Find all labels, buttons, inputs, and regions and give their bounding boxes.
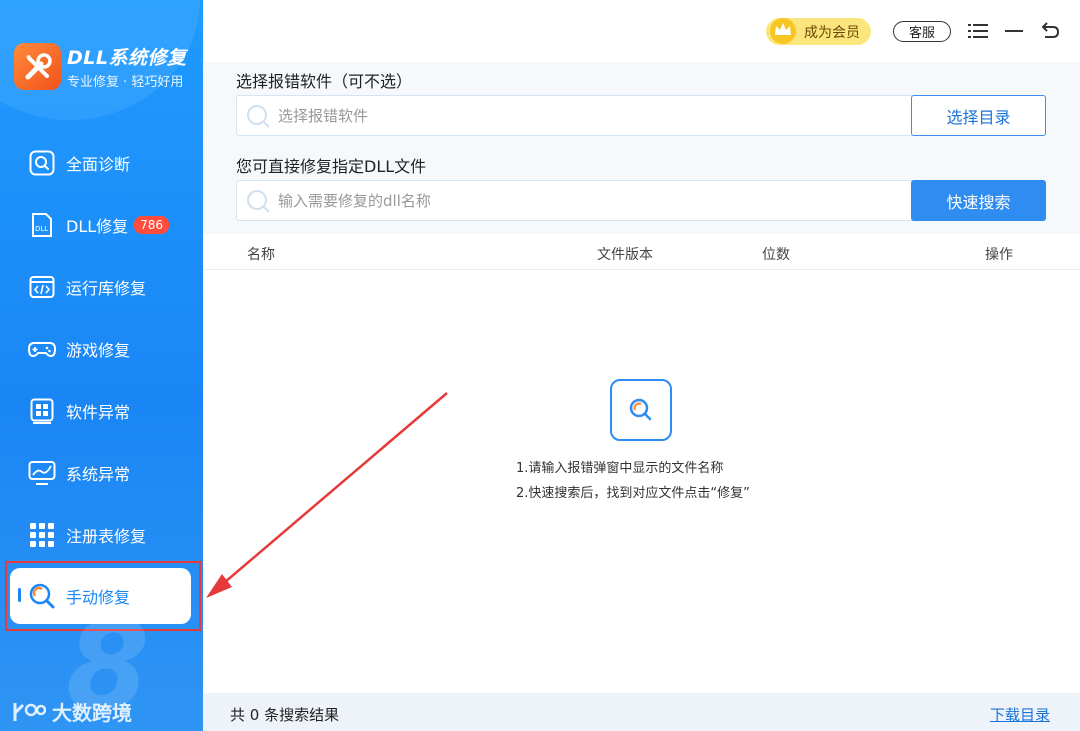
sidebar-item-label: 运行库修复 xyxy=(66,279,147,298)
column-header-bits: 位数 xyxy=(762,247,790,263)
sidebar-item-game-repair[interactable]: 游戏修复 xyxy=(10,321,191,377)
app-logo xyxy=(14,43,61,90)
watermark-text: 大数跨境 xyxy=(52,701,132,725)
title-bar: 成为会员 客服 xyxy=(203,0,1080,62)
dll-count-badge: 786 xyxy=(134,216,170,234)
search-icon xyxy=(247,190,270,213)
customer-service-button[interactable]: 客服 xyxy=(893,21,951,42)
watermark-logo-icon xyxy=(13,702,46,721)
search-icon xyxy=(247,105,270,128)
app-grid-icon xyxy=(28,397,56,425)
sidebar-item-label: 游戏修复 xyxy=(66,341,131,360)
monitor-icon xyxy=(28,459,56,487)
sidebar-item-software-error[interactable]: 软件异常 xyxy=(10,383,191,439)
column-header-version: 文件版本 xyxy=(597,247,653,263)
results-table: 名称 文件版本 位数 操作 1.请输入报错弹窗中显示的文件名称 2.快速搜索后，… xyxy=(203,234,1080,693)
back-icon[interactable] xyxy=(1039,20,1061,42)
quick-search-button[interactable]: 快速搜索 xyxy=(911,180,1046,221)
select-directory-button[interactable]: 选择目录 xyxy=(911,95,1046,136)
sidebar-item-label: 全面诊断 xyxy=(66,155,131,174)
dll-name-input[interactable] xyxy=(278,181,898,220)
sidebar-item-system-error[interactable]: 系统异常 xyxy=(10,445,191,501)
crown-icon xyxy=(770,18,796,44)
menu-icon[interactable] xyxy=(967,20,989,42)
download-directory-link[interactable]: 下载目录 xyxy=(990,704,1050,725)
main-panel: 选择报错软件（可不选） 选择目录 您可直接修复指定DLL文件 快速搜索 名称 文… xyxy=(203,62,1080,731)
empty-state-search-icon xyxy=(610,379,672,441)
app-title: DLL系统修复 xyxy=(67,47,187,69)
svg-text:DLL: DLL xyxy=(35,225,48,233)
watermark: 大数跨境 xyxy=(12,697,132,726)
dll-search-row: 快速搜索 xyxy=(236,180,1046,221)
sidebar-item-label: 软件异常 xyxy=(66,403,131,422)
vip-button[interactable]: 成为会员 xyxy=(766,18,871,45)
sidebar-item-full-diagnosis[interactable]: 全面诊断 xyxy=(10,135,191,191)
minimize-icon[interactable] xyxy=(1003,20,1025,42)
registry-grid-icon xyxy=(28,521,56,549)
wrench-screwdriver-icon xyxy=(25,52,52,79)
table-header: 名称 文件版本 位数 操作 xyxy=(203,234,1080,270)
dll-label: 您可直接修复指定DLL文件 xyxy=(236,157,427,176)
select-software-label: 选择报错软件（可不选） xyxy=(236,72,413,91)
code-window-icon xyxy=(28,273,56,301)
sidebar: DLL系统修复 专业修复 · 轻巧好用 全面诊断 DLL DLL修复 786 运… xyxy=(0,0,203,731)
sidebar-item-label: DLL修复 xyxy=(66,217,129,236)
status-bar: 共 0 条搜索结果 下载目录 xyxy=(203,693,1080,731)
select-software-row: 选择目录 xyxy=(236,95,1046,136)
search-icon xyxy=(28,149,56,177)
column-header-name: 名称 xyxy=(247,247,275,263)
empty-tip-2: 2.快速搜索后，找到对应文件点击“修复” xyxy=(516,486,750,501)
dll-file-icon: DLL xyxy=(28,211,56,239)
gamepad-icon xyxy=(28,335,56,363)
sidebar-item-dll-repair[interactable]: DLL DLL修复 786 xyxy=(10,197,191,253)
column-header-action: 操作 xyxy=(985,247,1013,263)
sidebar-item-label: 注册表修复 xyxy=(66,527,147,546)
app-subtitle: 专业修复 · 轻巧好用 xyxy=(67,75,184,90)
sidebar-item-runtime-repair[interactable]: 运行库修复 xyxy=(10,259,191,315)
empty-tip-1: 1.请输入报错弹窗中显示的文件名称 xyxy=(516,461,724,476)
sidebar-item-label: 系统异常 xyxy=(66,465,131,484)
select-software-input[interactable] xyxy=(278,96,898,135)
vip-label: 成为会员 xyxy=(804,24,860,41)
result-count: 共 0 条搜索结果 xyxy=(230,706,340,724)
sidebar-item-registry-repair[interactable]: 注册表修复 xyxy=(10,507,191,563)
